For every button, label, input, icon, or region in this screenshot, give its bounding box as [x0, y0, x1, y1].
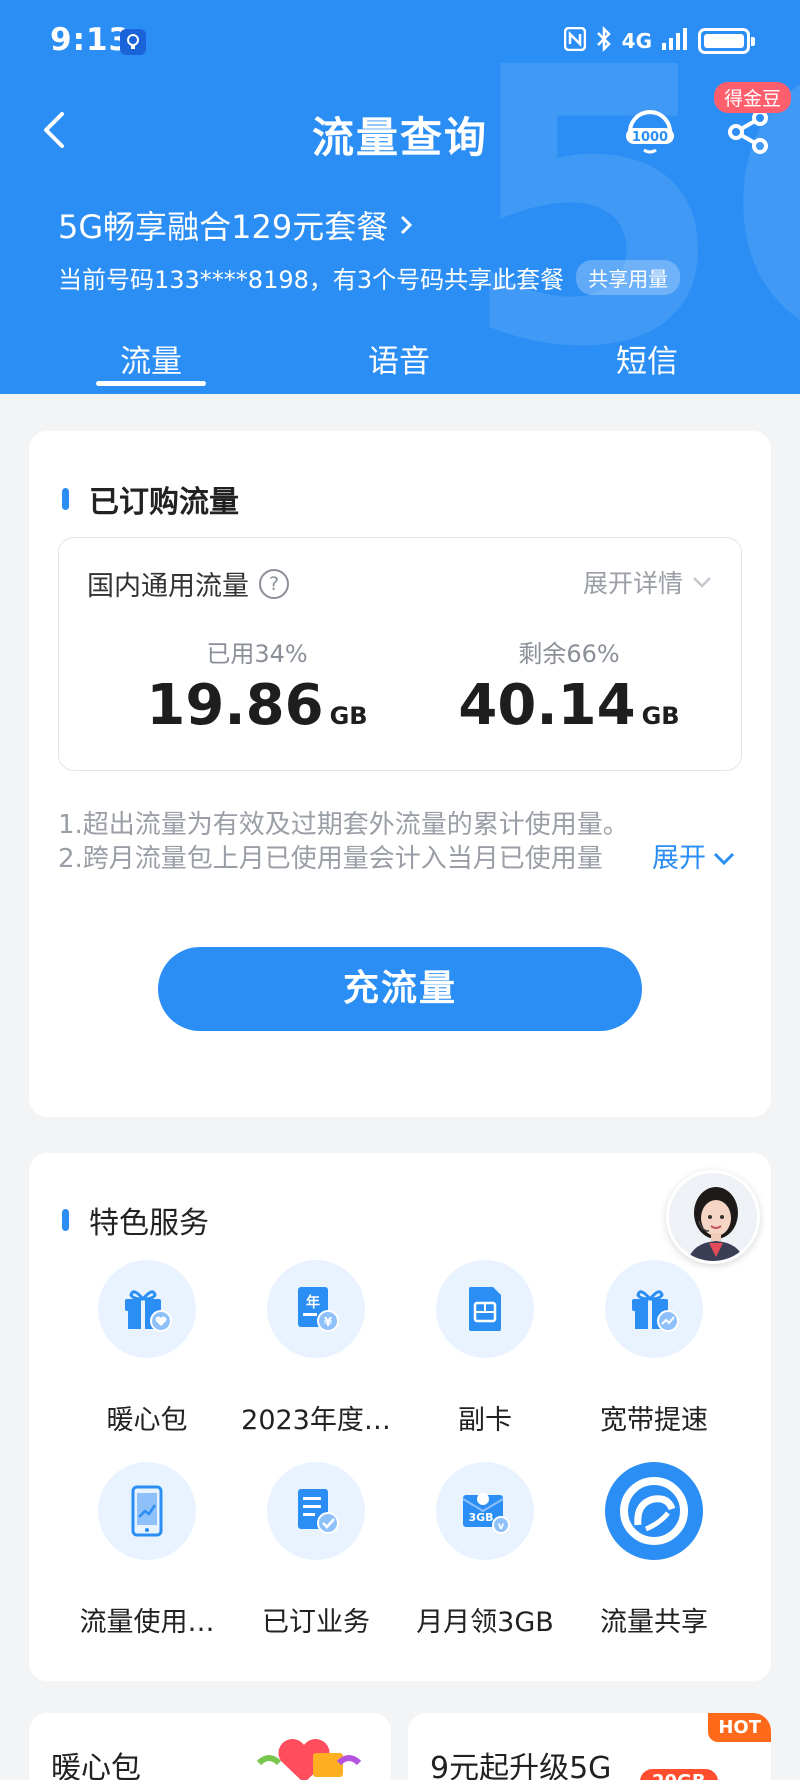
document-check-icon — [267, 1462, 365, 1560]
bulb-icon — [120, 29, 146, 55]
promo-left-title: 暖心包 — [51, 1751, 141, 1780]
gold-bean-badge[interactable]: 得金豆 — [714, 82, 792, 113]
gift-speed-icon — [605, 1260, 703, 1358]
expand-notes-text: 展开 — [652, 843, 706, 874]
tab-active-indicator — [96, 381, 206, 386]
used-stat: 已用34% 19.86 GB — [107, 634, 407, 738]
annual-bill-icon: 年 ¥ — [267, 1260, 365, 1358]
services-title: 特色服务 — [62, 1198, 209, 1242]
status-icons: 4G — [563, 25, 755, 56]
svg-text:1000: 1000 — [632, 130, 668, 145]
svg-text:¥: ¥ — [324, 1315, 333, 1329]
note-row-2: 2.跨月流量包上月已使用量会计入当月已使用量 展开 — [58, 842, 748, 876]
gift-heart-icon — [98, 1260, 196, 1358]
services-title-text: 特色服务 — [89, 1206, 209, 1241]
service-label: 宽带提速 — [600, 1405, 708, 1436]
hot-badge: HOT — [708, 1713, 771, 1742]
battery-icon — [698, 28, 755, 54]
section-marker — [62, 488, 69, 510]
note-line-2: 2.跨月流量包上月已使用量会计入当月已使用量 — [58, 844, 603, 874]
service-item-subscribed-services[interactable]: 已订业务 — [231, 1462, 401, 1652]
chevron-right-icon — [401, 215, 413, 235]
svg-text:v: v — [498, 1521, 505, 1532]
subscribed-title-text: 已订购流量 — [89, 485, 239, 520]
service-item-monthly-3gb[interactable]: 3GB v 月月领3GB — [400, 1462, 570, 1652]
share-icon[interactable] — [726, 108, 770, 156]
phone-chart-icon — [98, 1462, 196, 1560]
nfc-icon — [563, 26, 586, 55]
customer-service-icon[interactable]: 1000 — [622, 102, 678, 158]
tab-sms[interactable]: 短信 — [567, 336, 727, 381]
remaining-unit: GB — [641, 702, 680, 730]
section-marker — [62, 1209, 69, 1231]
bluetooth-icon — [596, 25, 612, 56]
chevron-down-icon — [693, 577, 711, 588]
domestic-label-text: 国内通用流量 — [87, 571, 249, 602]
service-item-data-usage[interactable]: 流量使用… — [62, 1462, 232, 1652]
service-label: 暖心包 — [106, 1405, 188, 1436]
share-usage-pill[interactable]: 共享用量 — [576, 260, 681, 295]
plan-name: 5G畅享融合129元套餐 — [58, 208, 389, 246]
promo-5g-upgrade[interactable]: 9元起升级5G HOT 20GB — [408, 1713, 771, 1780]
share-circle-icon — [605, 1462, 703, 1560]
sim-card-icon — [436, 1260, 534, 1358]
service-label: 流量使用… — [79, 1607, 215, 1638]
network-label: 4G — [621, 29, 652, 53]
tab-bar: 流量 语音 短信 — [0, 330, 800, 394]
promo-right-title: 9元起升级5G — [430, 1751, 612, 1780]
assistant-avatar[interactable] — [666, 1170, 760, 1264]
hearts-gift-icon — [256, 1739, 362, 1780]
status-bar: 9:13 4G — [0, 0, 800, 84]
expand-detail-text: 展开详情 — [582, 569, 683, 598]
service-label: 2023年度… — [241, 1405, 391, 1436]
remaining-stat: 剩余66% 40.14 GB — [419, 634, 719, 738]
help-icon[interactable]: ? — [259, 568, 289, 599]
expand-detail-link[interactable]: 展开详情 — [583, 564, 713, 600]
promo-warm-package[interactable]: 暖心包 — [29, 1713, 391, 1780]
svg-text:年: 年 — [306, 1294, 320, 1311]
service-item-data-sharing[interactable]: 流量共享 — [569, 1462, 739, 1652]
signal-icon — [662, 28, 688, 54]
note-line-1: 1.超出流量为有效及过期套外流量的累计使用量。 — [58, 810, 629, 840]
chevron-down-icon — [713, 852, 735, 866]
domestic-label: 国内通用流量 ? — [87, 564, 289, 603]
tab-voice[interactable]: 语音 — [319, 336, 479, 381]
header: 5G 9:13 4G 流量查询 1000 — [0, 0, 800, 394]
gb-tag: 20GB — [640, 1769, 718, 1780]
page-title: 流量查询 — [311, 113, 488, 162]
envelope-3gb-icon: 3GB v — [436, 1462, 534, 1560]
usage-notes: 1.超出流量为有效及过期套外流量的累计使用量。 2.跨月流量包上月已使用量会计入… — [58, 808, 748, 876]
used-unit: GB — [329, 702, 368, 730]
used-caption: 已用34% — [206, 640, 308, 668]
service-item-warm-package[interactable]: 暖心包 — [62, 1260, 232, 1450]
service-label: 副卡 — [458, 1405, 512, 1436]
domestic-usage-box: 国内通用流量 ? 展开详情 已用34% 19.86 GB 剩余66% 40.14 G… — [58, 537, 742, 771]
subscribed-title: 已订购流量 — [62, 477, 239, 521]
plan-description-text: 当前号码133****8198，有3个号码共享此套餐 — [58, 266, 565, 294]
service-label: 月月领3GB — [416, 1607, 554, 1638]
service-label: 流量共享 — [600, 1607, 708, 1638]
service-item-broadband-speedup[interactable]: 宽带提速 — [569, 1260, 739, 1450]
remaining-caption: 剩余66% — [518, 640, 620, 668]
remaining-amount: 40.14 GB — [419, 673, 719, 738]
expand-notes-link[interactable]: 展开 — [652, 842, 736, 876]
plan-name-link[interactable]: 5G畅享融合129元套餐 — [58, 202, 416, 248]
used-value: 19.86 — [146, 673, 324, 738]
service-label: 已订业务 — [262, 1607, 370, 1638]
recharge-data-button[interactable]: 充流量 — [158, 947, 642, 1031]
tab-data[interactable]: 流量 — [71, 336, 231, 381]
used-amount: 19.86 GB — [107, 673, 407, 738]
plan-description: 当前号码133****8198，有3个号码共享此套餐 共享用量 — [58, 260, 681, 295]
remaining-value: 40.14 — [458, 673, 636, 738]
svg-text:3GB: 3GB — [468, 1511, 493, 1524]
status-time: 9:13 — [50, 22, 132, 58]
service-item-annual-report[interactable]: 年 ¥ 2023年度… — [231, 1260, 401, 1450]
service-item-sub-card[interactable]: 副卡 — [400, 1260, 570, 1450]
